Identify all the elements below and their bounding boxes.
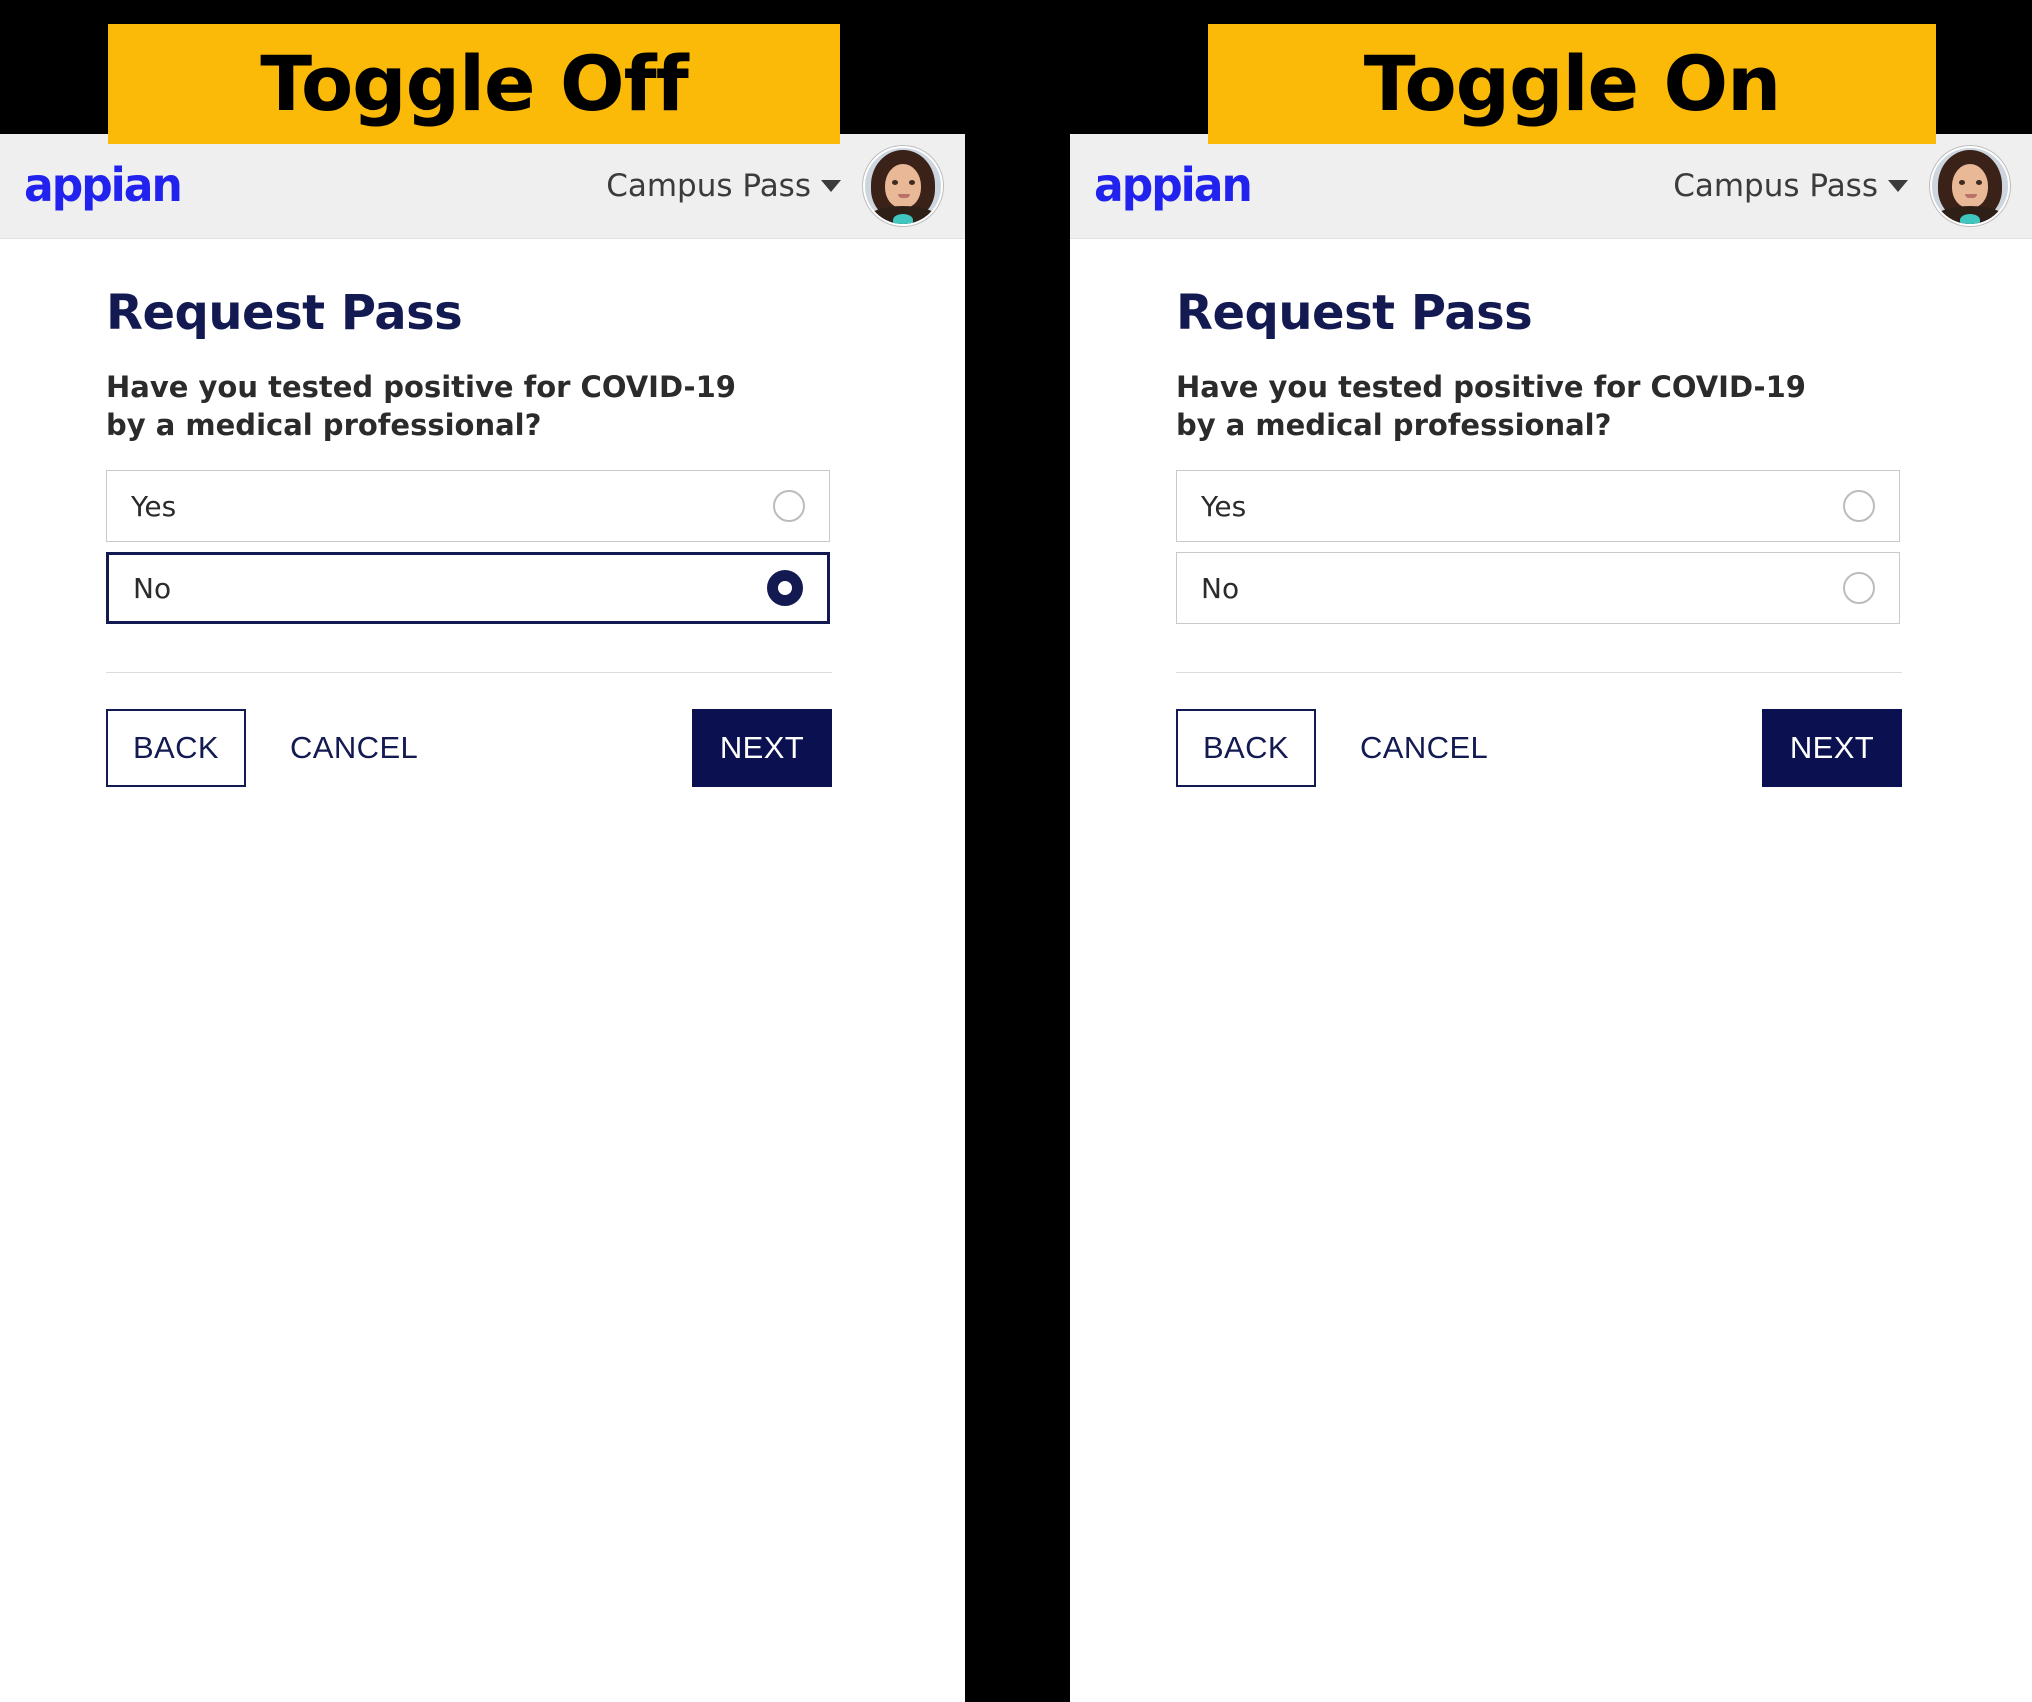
app-name-label[interactable]: Campus Pass bbox=[606, 168, 811, 204]
radio-option-no-label: No bbox=[1201, 571, 1240, 605]
radio-circle-icon-no-selected[interactable] bbox=[767, 570, 803, 607]
avatar-eye-left bbox=[1959, 180, 1965, 185]
cancel-button[interactable]: CANCEL bbox=[1360, 730, 1488, 766]
radio-option-yes[interactable]: Yes bbox=[1176, 470, 1900, 543]
annotation-banner-label: Toggle On bbox=[1363, 39, 1782, 128]
page-title: Request Pass bbox=[106, 285, 463, 341]
divider bbox=[1176, 672, 1902, 674]
avatar-collar bbox=[1960, 214, 1980, 224]
chevron-down-icon[interactable] bbox=[821, 180, 841, 192]
divider bbox=[106, 672, 832, 674]
radio-circle-icon-no[interactable] bbox=[1843, 572, 1875, 605]
annotation-banner-toggle-on: Toggle On bbox=[1208, 24, 1936, 144]
header-right-group-right: Campus Pass bbox=[1673, 146, 2032, 226]
radio-option-yes-label: Yes bbox=[1201, 489, 1247, 523]
app-name-label[interactable]: Campus Pass bbox=[1673, 168, 1878, 204]
action-bar-left: BACK CANCEL NEXT bbox=[106, 709, 832, 788]
radio-group-covid-test: Yes No bbox=[106, 470, 830, 625]
radio-option-no-label: No bbox=[133, 571, 172, 605]
back-button[interactable]: BACK bbox=[106, 709, 246, 788]
app-window-toggle-on: appian Campus Pass Request Pass Have you… bbox=[1070, 134, 2032, 1702]
annotation-banner-toggle-off: Toggle Off bbox=[108, 24, 840, 144]
avatar-face bbox=[885, 164, 921, 208]
avatar-eye-left bbox=[892, 180, 898, 185]
page-title: Request Pass bbox=[1176, 285, 1533, 341]
next-button[interactable]: NEXT bbox=[692, 709, 832, 788]
radio-option-yes-label: Yes bbox=[131, 489, 177, 523]
avatar-face bbox=[1952, 164, 1988, 208]
appian-logo: appian bbox=[1094, 158, 1253, 213]
appian-logo: appian bbox=[24, 158, 183, 213]
question-label: Have you tested positive for COVID-19 by… bbox=[1176, 369, 1806, 443]
chevron-down-icon[interactable] bbox=[1888, 180, 1908, 192]
app-window-toggle-off: appian Campus Pass Request Pass Have you… bbox=[0, 134, 965, 1702]
radio-circle-icon-yes[interactable] bbox=[1843, 490, 1875, 523]
app-header-left: appian Campus Pass bbox=[0, 134, 965, 239]
avatar[interactable] bbox=[863, 146, 943, 226]
radio-option-no[interactable]: No bbox=[1176, 552, 1900, 625]
action-bar-right: BACK CANCEL NEXT bbox=[1176, 709, 1902, 788]
back-button[interactable]: BACK bbox=[1176, 709, 1316, 788]
main-content-left: Request Pass Have you tested positive fo… bbox=[0, 285, 965, 788]
annotation-banner-label: Toggle Off bbox=[260, 39, 689, 128]
question-label: Have you tested positive for COVID-19 by… bbox=[106, 369, 736, 443]
avatar[interactable] bbox=[1930, 146, 2010, 226]
next-button[interactable]: NEXT bbox=[1762, 709, 1902, 788]
cancel-button[interactable]: CANCEL bbox=[290, 730, 418, 766]
radio-circle-icon-yes[interactable] bbox=[773, 490, 805, 523]
avatar-eye-right bbox=[1976, 180, 1982, 185]
radio-option-no[interactable]: No bbox=[106, 552, 830, 625]
app-header-right: appian Campus Pass bbox=[1070, 134, 2032, 239]
avatar-collar bbox=[893, 214, 913, 224]
radio-group-covid-test: Yes No bbox=[1176, 470, 1900, 625]
main-content-right: Request Pass Have you tested positive fo… bbox=[1070, 285, 2032, 788]
header-right-group-left: Campus Pass bbox=[606, 146, 965, 226]
radio-option-yes[interactable]: Yes bbox=[106, 470, 830, 543]
avatar-eye-right bbox=[909, 180, 915, 185]
